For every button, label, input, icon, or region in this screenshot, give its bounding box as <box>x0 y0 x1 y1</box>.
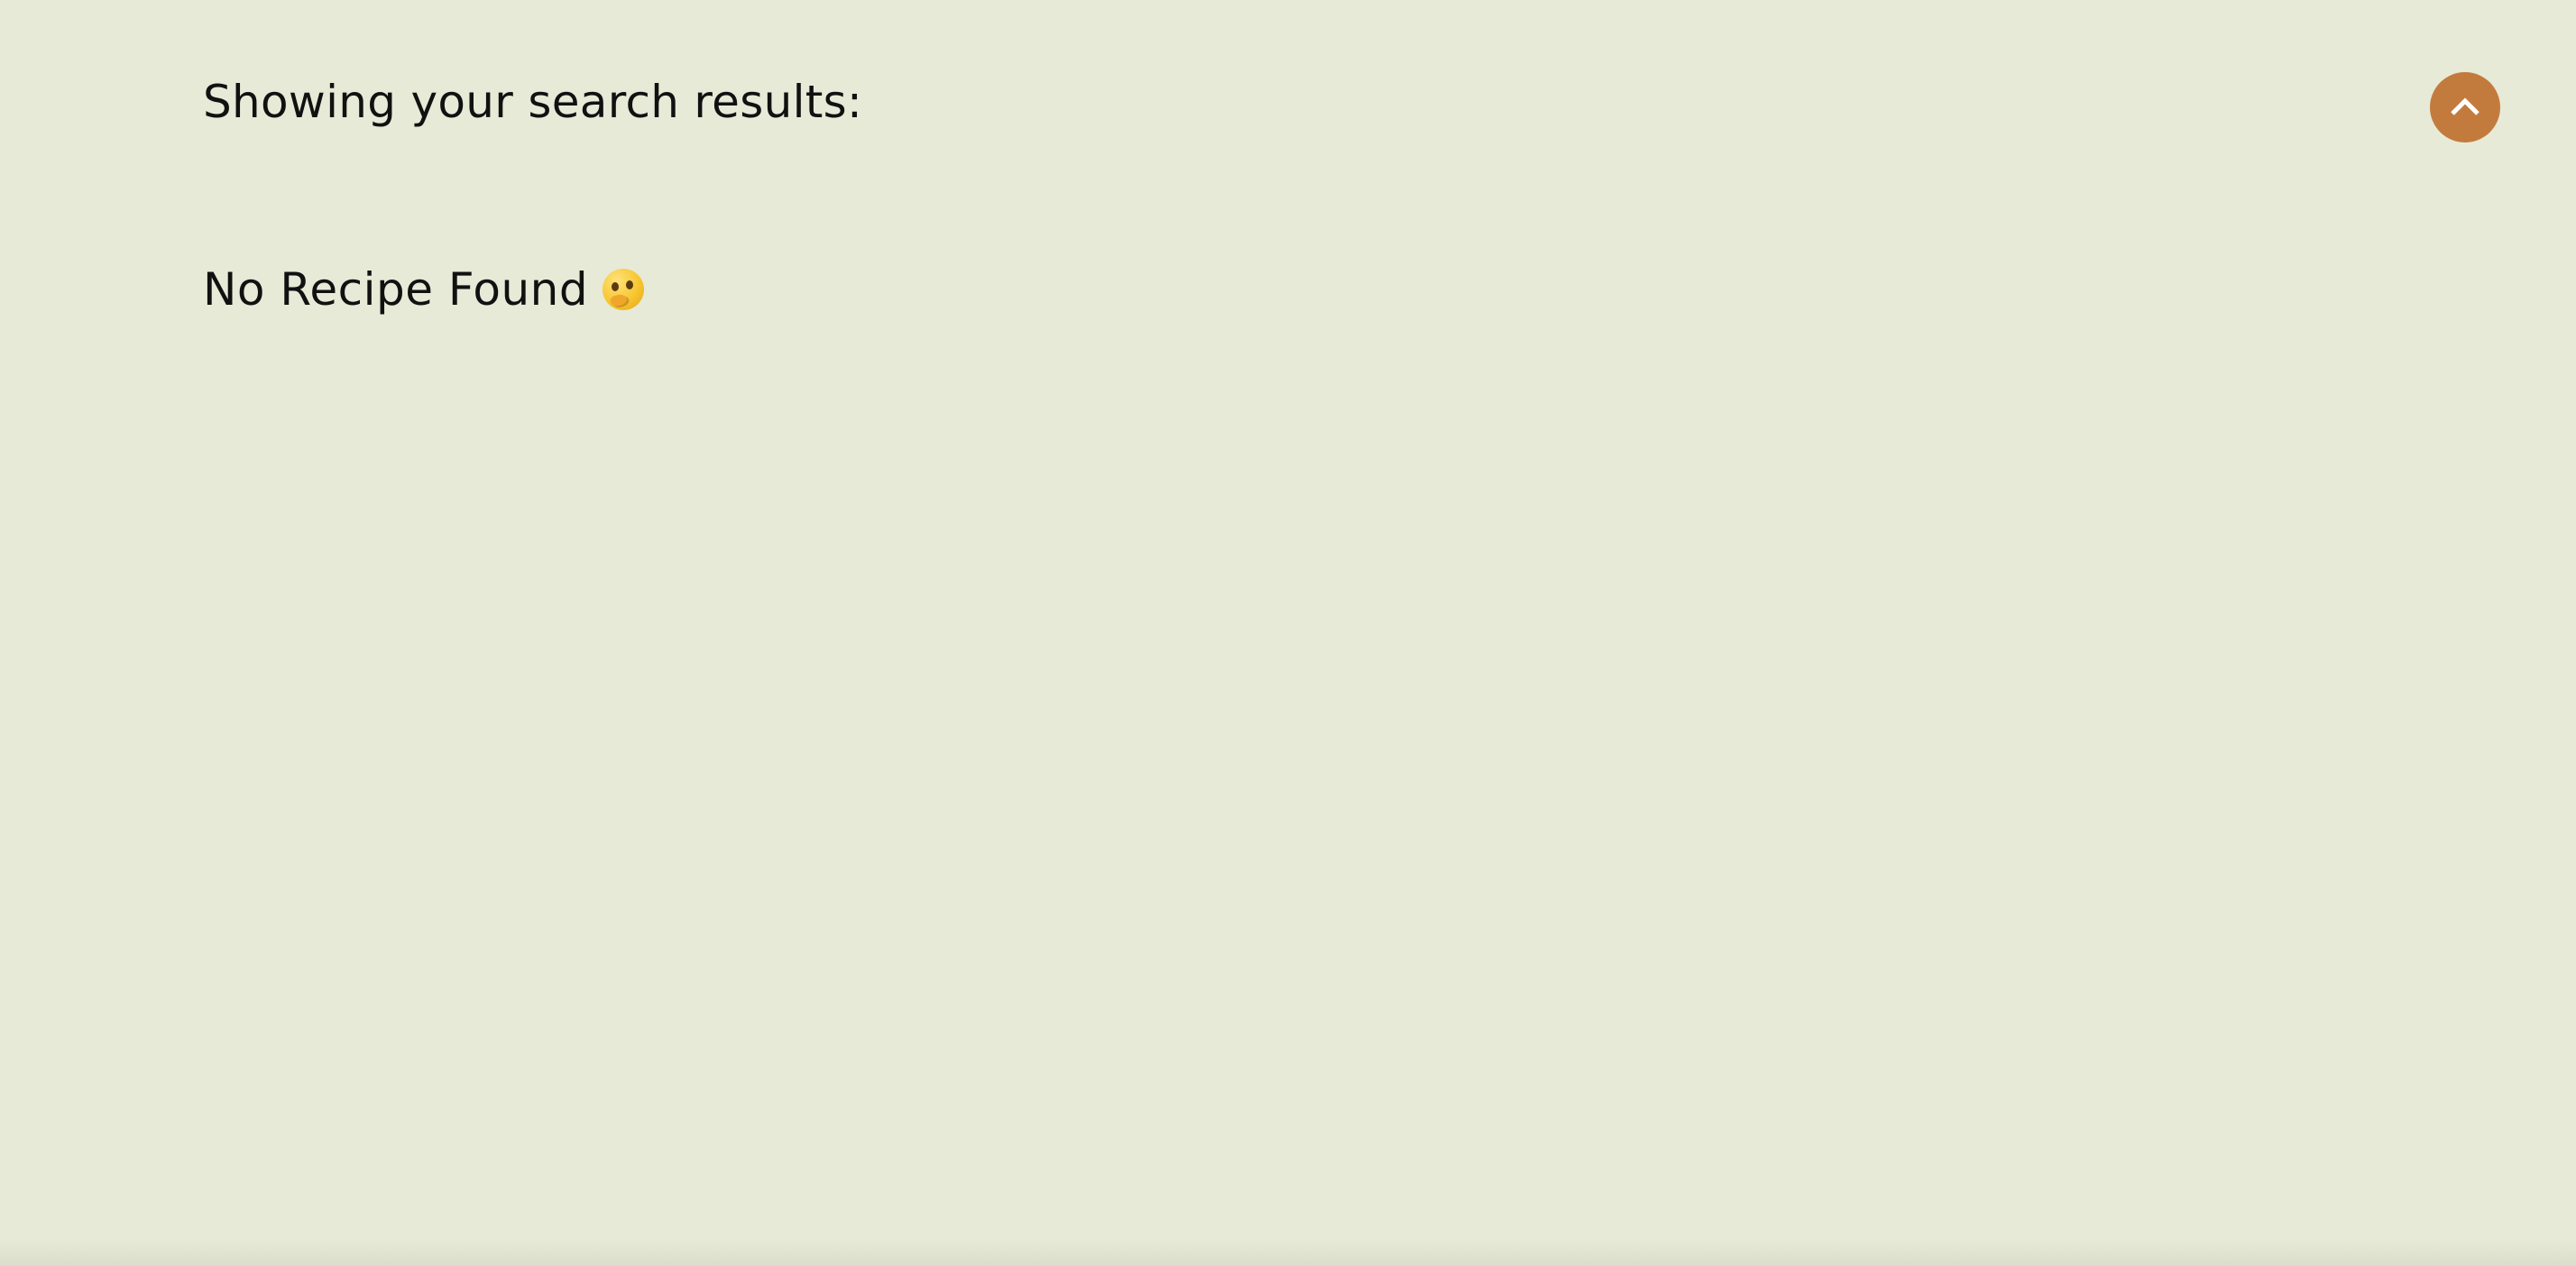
thinking-face-icon <box>603 269 645 310</box>
scroll-to-top-button[interactable] <box>2430 72 2500 142</box>
empty-state: No Recipe Found <box>203 258 645 321</box>
search-results-page: Showing your search results: No Recipe F… <box>0 0 2576 1266</box>
results-heading: Showing your search results: <box>203 76 863 128</box>
page-bottom-shadow <box>0 1239 2576 1266</box>
chevron-up-icon <box>2451 97 2479 115</box>
empty-state-message: No Recipe Found <box>203 263 589 316</box>
